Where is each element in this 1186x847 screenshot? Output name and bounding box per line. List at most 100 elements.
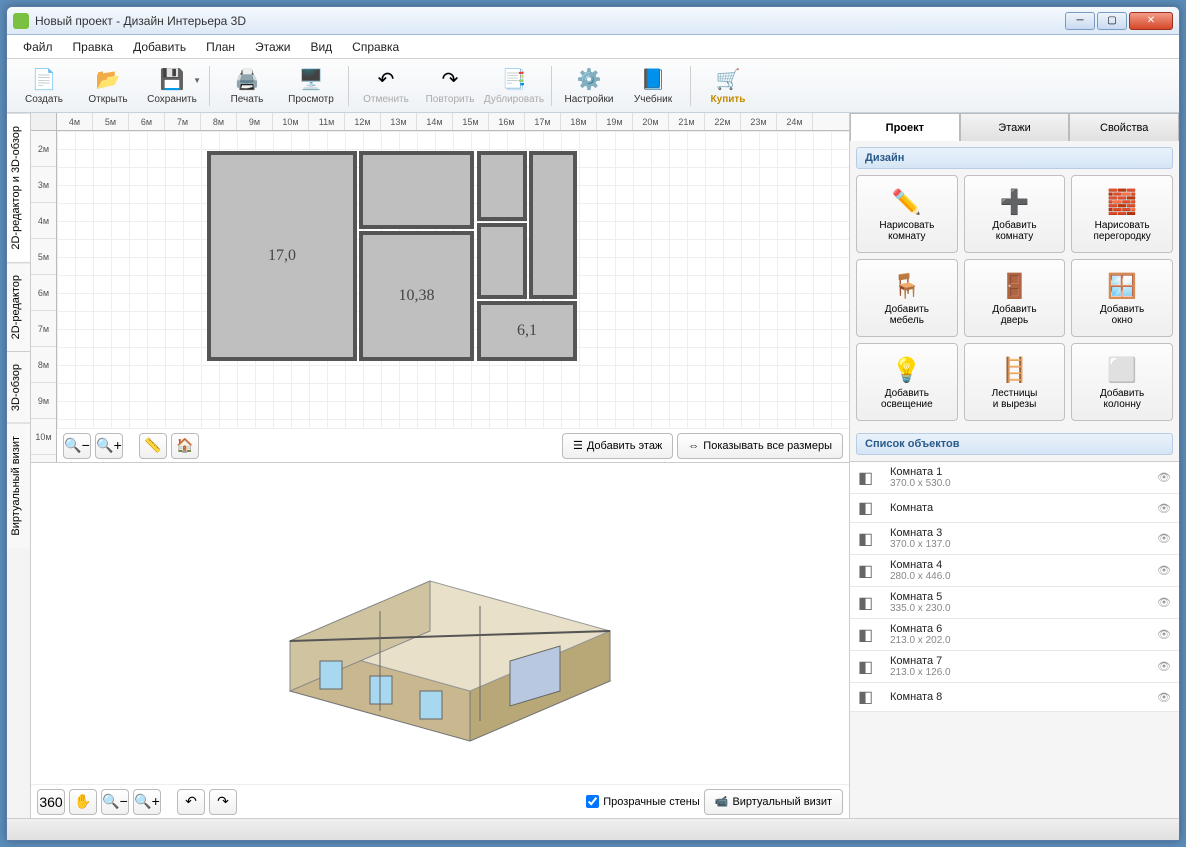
titlebar: Новый проект - Дизайн Интерьера 3D ─ ▢ ✕ [7, 7, 1179, 35]
main-area: 4м5м6м7м8м9м10м11м12м13м14м15м16м17м18м1… [31, 113, 849, 818]
maximize-button[interactable]: ▢ [1097, 12, 1127, 30]
menu-Этажи[interactable]: Этажи [247, 38, 298, 56]
print-button[interactable]: 🖨️Печать [216, 62, 278, 110]
add-floor-button[interactable]: ☰Добавить этаж [562, 433, 673, 459]
save-icon: 💾 [159, 67, 185, 93]
content: 2D-редактор и 3D-обзор2D-редактор3D-обзо… [7, 113, 1179, 818]
eye-icon[interactable]: 👁 [1157, 660, 1171, 673]
statusbar [7, 818, 1179, 840]
new-button[interactable]: 📄Создать [13, 62, 75, 110]
floorplan[interactable]: 17,010,386,1 [207, 151, 587, 381]
design-btn-3[interactable]: 🪑Добавитьмебель [856, 259, 958, 337]
design-btn-4[interactable]: 🚪Добавитьдверь [964, 259, 1066, 337]
minimize-button[interactable]: ─ [1065, 12, 1095, 30]
design-btn-1[interactable]: ➕Добавитькомнату [964, 175, 1066, 253]
rotate-right-button[interactable]: ↷ [209, 789, 237, 815]
design-btn-2[interactable]: 🧱Нарисоватьперегородку [1071, 175, 1173, 253]
objects-header: Список объектов [856, 433, 1173, 455]
app-window: Новый проект - Дизайн Интерьера 3D ─ ▢ ✕… [6, 6, 1180, 841]
virtual-visit-button[interactable]: 📹Виртуальный визит [704, 789, 843, 815]
vtab-0[interactable]: 2D-редактор и 3D-обзор [7, 113, 30, 262]
cube-icon: ◧ [858, 529, 882, 549]
buy-button[interactable]: 🛒Купить [697, 62, 759, 110]
eye-icon[interactable]: 👁 [1157, 596, 1171, 609]
menu-Добавить[interactable]: Добавить [125, 38, 194, 56]
room-6[interactable] [529, 151, 577, 299]
object-item-4[interactable]: ◧Комната 5335.0 x 230.0👁 [850, 587, 1179, 619]
preview-button[interactable]: 🖥️Просмотр [280, 62, 342, 110]
menu-Вид[interactable]: Вид [302, 38, 340, 56]
eye-icon[interactable]: 👁 [1157, 502, 1171, 515]
object-item-1[interactable]: ◧Комната👁 [850, 494, 1179, 523]
object-item-3[interactable]: ◧Комната 4280.0 x 446.0👁 [850, 555, 1179, 587]
view-3d[interactable]: 360 ✋ 🔍− 🔍+ ↶ ↷ Прозрачные стены 📹Виртуа… [31, 463, 849, 818]
eye-icon[interactable]: 👁 [1157, 532, 1171, 545]
dup-icon: 📑 [501, 67, 527, 93]
object-item-6[interactable]: ◧Комната 7213.0 x 126.0👁 [850, 651, 1179, 683]
room-2[interactable]: 6,1 [477, 301, 577, 361]
cube-icon: ◧ [858, 593, 882, 613]
sidetab-Этажи[interactable]: Этажи [960, 113, 1070, 141]
save-button[interactable]: 💾Сохранить▼ [141, 62, 203, 110]
home-button[interactable]: 🏠 [171, 433, 199, 459]
model-3d[interactable] [230, 511, 650, 771]
object-item-2[interactable]: ◧Комната 3370.0 x 137.0👁 [850, 523, 1179, 555]
object-item-5[interactable]: ◧Комната 6213.0 x 202.0👁 [850, 619, 1179, 651]
ruler-button[interactable]: 📏 [139, 433, 167, 459]
vtab-1[interactable]: 2D-редактор [7, 262, 30, 351]
object-item-7[interactable]: ◧Комната 8👁 [850, 683, 1179, 712]
cube-icon: ◧ [858, 498, 882, 518]
eye-icon[interactable]: 👁 [1157, 471, 1171, 484]
design-btn-8[interactable]: ⬜Добавитьколонну [1071, 343, 1173, 421]
object-item-0[interactable]: ◧Комната 1370.0 x 530.0👁 [850, 462, 1179, 494]
design-btn-7[interactable]: 🪜Лестницыи вырезы [964, 343, 1066, 421]
rotate-360-button[interactable]: 360 [37, 789, 65, 815]
canvas-2d[interactable]: 17,010,386,1 [57, 131, 849, 428]
cube-icon: ◧ [858, 561, 882, 581]
ruler-horizontal: 4м5м6м7м8м9м10м11м12м13м14м15м16м17м18м1… [57, 113, 849, 131]
redo-button[interactable]: ↷Повторить [419, 62, 481, 110]
zoom-out-3d-button[interactable]: 🔍− [101, 789, 129, 815]
dup-button[interactable]: 📑Дублировать [483, 62, 545, 110]
undo-button[interactable]: ↶Отменить [355, 62, 417, 110]
menu-Правка[interactable]: Правка [65, 38, 122, 56]
zoom-in-button[interactable]: 🔍+ [95, 433, 123, 459]
transparent-walls-checkbox[interactable]: Прозрачные стены [586, 795, 699, 808]
eye-icon[interactable]: 👁 [1157, 564, 1171, 577]
close-button[interactable]: ✕ [1129, 12, 1173, 30]
menu-Файл[interactable]: Файл [15, 38, 61, 56]
room-0[interactable]: 17,0 [207, 151, 357, 361]
room-5[interactable] [477, 223, 527, 299]
zoom-in-3d-button[interactable]: 🔍+ [133, 789, 161, 815]
tutorial-icon: 📘 [640, 67, 666, 93]
menu-План[interactable]: План [198, 38, 243, 56]
settings-icon: ⚙️ [576, 67, 602, 93]
ruler-vertical: 2м3м4м5м6м7м8м9м10м [31, 131, 57, 462]
room-4[interactable] [477, 151, 527, 221]
tutorial-button[interactable]: 📘Учебник [622, 62, 684, 110]
sidetab-Проект[interactable]: Проект [850, 113, 960, 141]
sidetab-Свойства[interactable]: Свойства [1069, 113, 1179, 141]
room-1[interactable]: 10,38 [359, 231, 474, 361]
menu-Справка[interactable]: Справка [344, 38, 407, 56]
cube-icon: ◧ [858, 625, 882, 645]
vtab-2[interactable]: 3D-обзор [7, 351, 30, 423]
design-btn-0[interactable]: ✏️Нарисоватькомнату [856, 175, 958, 253]
layers-icon: ☰ [573, 439, 583, 452]
zoom-out-button[interactable]: 🔍− [63, 433, 91, 459]
design-btn-5[interactable]: 🪟Добавитьокно [1071, 259, 1173, 337]
app-icon [13, 13, 29, 29]
rotate-left-button[interactable]: ↶ [177, 789, 205, 815]
room-3[interactable] [359, 151, 474, 229]
eye-icon[interactable]: 👁 [1157, 691, 1171, 704]
cube-icon: ◧ [858, 468, 882, 488]
design-btn-6[interactable]: 💡Добавитьосвещение [856, 343, 958, 421]
open-button[interactable]: 📂Открыть [77, 62, 139, 110]
vtab-3[interactable]: Виртуальный визит [7, 423, 30, 548]
pan-button[interactable]: ✋ [69, 789, 97, 815]
ruler-corner [31, 113, 57, 131]
settings-button[interactable]: ⚙️Настройки [558, 62, 620, 110]
menubar: ФайлПравкаДобавитьПланЭтажиВидСправка [7, 35, 1179, 59]
eye-icon[interactable]: 👁 [1157, 628, 1171, 641]
show-dims-button[interactable]: ⇔Показывать все размеры [677, 433, 843, 459]
